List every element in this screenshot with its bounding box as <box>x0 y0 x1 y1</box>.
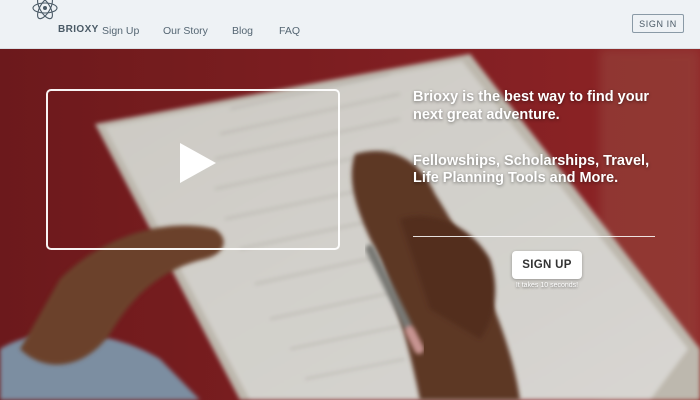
logo-text: BRIOXY <box>58 24 99 35</box>
sign-up-button[interactable]: SIGN UP <box>512 251 582 279</box>
hero-section: Brioxy is the best way to find your next… <box>0 49 700 400</box>
atom-logo-icon <box>32 0 58 20</box>
hero-divider <box>413 236 655 237</box>
play-icon[interactable] <box>180 143 216 183</box>
nav-our-story[interactable]: Our Story <box>163 25 208 37</box>
nav-blog[interactable]: Blog <box>232 25 253 37</box>
hero-subline: Fellowships, Scholarships, Travel, Life … <box>413 153 650 186</box>
video-player[interactable] <box>46 89 340 250</box>
site-header: BRIOXY Sign Up Our Story Blog FAQ SIGN I… <box>0 0 700 49</box>
cta-note: It takes 10 seconds! <box>515 282 579 289</box>
brioxy-logo[interactable]: BRIOXY <box>28 0 98 49</box>
sign-in-button[interactable]: SIGN IN <box>632 14 684 33</box>
nav-sign-up[interactable]: Sign Up <box>102 25 139 37</box>
nav-faq[interactable]: FAQ <box>279 25 300 37</box>
hero-headline: Brioxy is the best way to find your next… <box>413 89 650 123</box>
